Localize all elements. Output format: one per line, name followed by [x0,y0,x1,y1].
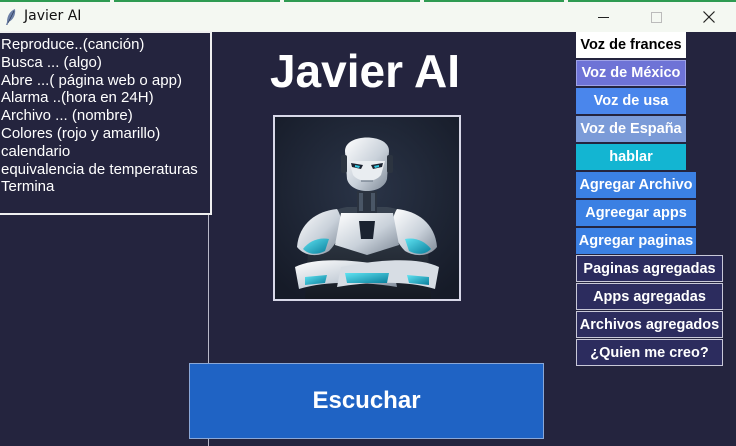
command-item: Colores (rojo y amarillo) [1,124,161,142]
add-apps-button[interactable]: Agreegar apps [576,200,696,226]
command-item: Termina [1,178,55,196]
command-item: Abre ...( página web o app) [1,71,182,89]
voice-mexico-button[interactable]: Voz de México [576,60,686,86]
command-item: equivalencia de temperaturas [1,160,198,178]
tab-separator [564,0,568,2]
apps-added-button[interactable]: Apps agregadas [576,283,723,310]
voice-usa-button[interactable]: Voz de usa [576,88,686,114]
tab-separator [280,0,284,2]
command-item: Alarma ..(hora en 24H) [1,89,154,107]
command-item: Reproduce..(canción) [1,36,145,53]
speak-button[interactable]: hablar [576,144,686,170]
who-made-me-button[interactable]: ¿Quien me creo? [576,339,723,366]
add-pages-button[interactable]: Agregar paginas [576,228,696,254]
maximize-icon [650,11,662,23]
tab-separator [110,0,114,2]
minimize-icon [597,16,609,18]
add-file-button[interactable]: Agregar Archivo [576,172,696,198]
command-item: Busca ... (algo) [1,53,102,71]
window-title: Javier AI [24,8,82,24]
voice-spain-button[interactable]: Voz de España [576,116,686,142]
close-icon [703,11,715,23]
command-item: calendario [1,142,71,160]
listen-button[interactable]: Escuchar [189,363,544,439]
maximize-button[interactable] [633,2,679,32]
tab-separator [420,0,424,2]
voice-french-button[interactable]: Voz de frances [576,32,686,58]
feather-icon [6,9,16,25]
pages-added-button[interactable]: Paginas agregadas [576,255,723,282]
minimize-button[interactable] [580,2,626,32]
files-added-button[interactable]: Archivos agregados [576,311,723,338]
commands-panel: Reproduce..(canción) Busca ... (algo) Ab… [0,31,212,215]
robot-illustration [275,117,459,299]
close-button[interactable] [686,2,732,32]
app-title: Javier AI [269,45,461,97]
robot-image [273,115,461,301]
title-bar: Javier AI [0,0,736,32]
command-item: Archivo ... (nombre) [1,107,133,125]
